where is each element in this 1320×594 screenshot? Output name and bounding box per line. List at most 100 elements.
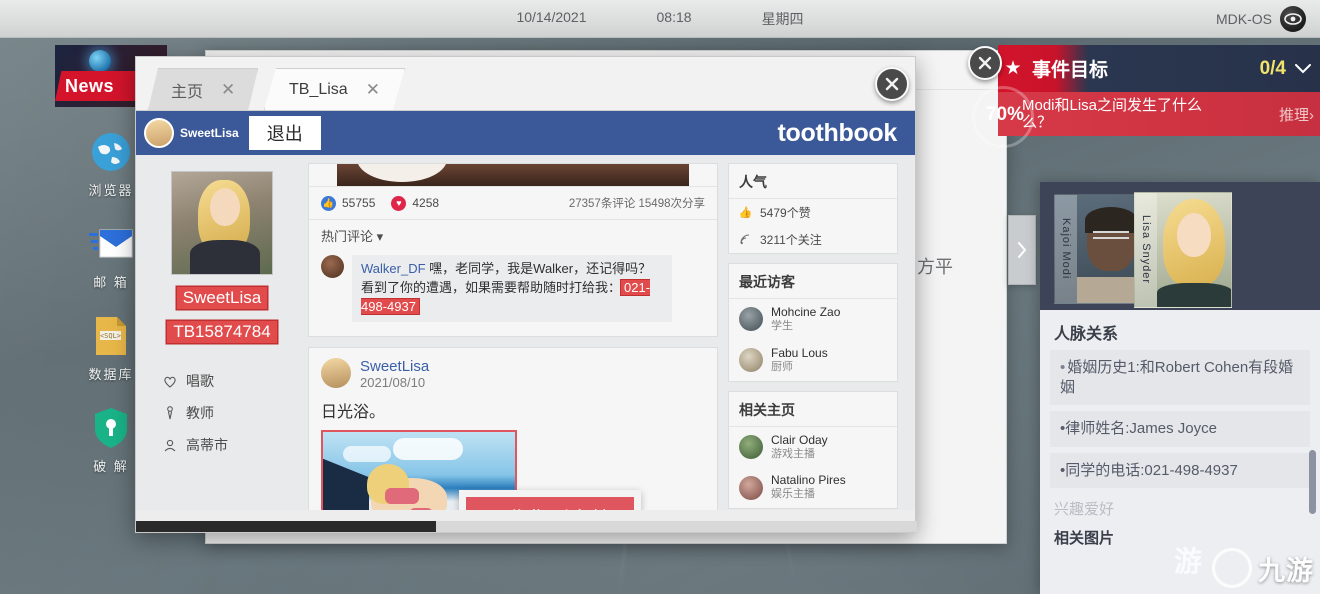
- horizontal-scrollbar-thumb[interactable]: [136, 521, 436, 532]
- visitor-role: 学生: [771, 320, 840, 334]
- visitor-name: Mohcine Zao: [771, 305, 840, 320]
- recent-visitors-card: 最近访客 Mohcine Zao 学生 Fabu Lous 厨师: [728, 263, 898, 382]
- post-author[interactable]: SweetLisa: [360, 358, 429, 375]
- heart-icon: [162, 374, 177, 389]
- avatar[interactable]: [321, 255, 344, 278]
- page-name: Natalino Pires: [771, 473, 846, 488]
- chevron-down-icon[interactable]: [1286, 64, 1320, 74]
- news-globe-icon: [89, 50, 111, 72]
- watermark-text: 九游: [1258, 549, 1314, 588]
- eye-icon: [1280, 6, 1306, 32]
- page-role: 游戏主播: [771, 448, 828, 462]
- profile-attribute-city: 高蒂市: [162, 435, 298, 455]
- horizontal-scrollbar[interactable]: [136, 521, 917, 532]
- comment-author[interactable]: Walker_DF: [361, 261, 426, 276]
- post-like-count[interactable]: 👍 55755: [321, 196, 375, 211]
- site-brand: toothbook: [778, 119, 897, 148]
- browser-tab-tblisa[interactable]: TB_Lisa ✕: [264, 68, 405, 110]
- hobbies-title: 兴趣爱好: [1040, 494, 1320, 521]
- list-item[interactable]: Fabu Lous 厨师: [729, 340, 897, 381]
- visitor-name: Fabu Lous: [771, 346, 828, 361]
- list-item[interactable]: Clair Oday 游戏主播: [729, 427, 897, 468]
- character-card-lisa-label: Lisa Snyder: [1135, 193, 1157, 307]
- browser-tab-tblisa-label: TB_Lisa: [289, 81, 348, 99]
- popularity-follows-label: 3211个关注: [760, 231, 822, 248]
- quest-row[interactable]: Modi和Lisa之间发生了什么么？ 推理›: [998, 92, 1320, 136]
- relation-item[interactable]: •同学的电话:021-498-4937: [1050, 453, 1310, 489]
- character-card-lisa[interactable]: Lisa Snyder: [1134, 192, 1232, 308]
- browser-tabstrip: 主页 ✕ TB_Lisa ✕: [136, 57, 915, 111]
- profile-name: SweetLisa: [177, 287, 267, 309]
- profile-id: TB15874784: [167, 321, 276, 343]
- collect-to-document-button[interactable]: + 收集到文档: [466, 497, 634, 510]
- star-icon: ★: [998, 57, 1028, 80]
- progress-percent: 70%: [978, 95, 1032, 135]
- background-window-text: 方平: [917, 253, 953, 279]
- relation-item-text: 婚姻历史1:和Robert Cohen有段婚姻: [1060, 359, 1293, 396]
- profile-attributes: 唱歌 教师 高蒂市: [146, 371, 298, 455]
- watermark: 九游: [1212, 548, 1314, 588]
- post-heart-count[interactable]: ♥ 4258: [391, 196, 439, 211]
- system-weekday: 星期四: [762, 9, 804, 29]
- dossier-expand-button[interactable]: [1008, 215, 1036, 285]
- browser-close-button[interactable]: [875, 67, 909, 101]
- news-label: News: [65, 76, 114, 97]
- avatar: [739, 348, 763, 372]
- character-card-modi-label: Kajoi Modi: [1055, 195, 1077, 303]
- shield-key-icon: [88, 405, 134, 451]
- dossier-panel: Kajoi Modi Lisa Snyder 人脉关系 •婚姻历史1:和Robe…: [1040, 182, 1320, 594]
- popularity-likes: 👍 5479个赞: [729, 199, 897, 226]
- browser-window: 主页 ✕ TB_Lisa ✕ SweetLisa 退出 toothbook Sw…: [135, 56, 916, 533]
- watermark-secondary: 游: [1174, 540, 1202, 580]
- post-date: 2021/08/10: [360, 375, 429, 390]
- site-navbar: SweetLisa 退出 toothbook: [136, 111, 915, 155]
- profile-attribute-city-label: 高蒂市: [186, 435, 228, 455]
- mail-icon: [88, 221, 134, 267]
- profile-picture: [171, 171, 273, 275]
- tie-icon: [162, 406, 177, 421]
- site-sidebar: 人气 👍 5479个赞 3211个关注 最近访客 Mohcine: [728, 163, 898, 510]
- feed-post: 👍 55755 ♥ 4258 27357条评论 15498次分享 热门评论 ▾: [308, 163, 718, 337]
- sql-file-icon: <SQL>: [88, 313, 134, 359]
- avatar: [739, 435, 763, 459]
- deduce-button[interactable]: 推理›: [1279, 104, 1320, 125]
- close-icon[interactable]: ✕: [366, 80, 380, 100]
- post-heart-value: 4258: [412, 196, 439, 210]
- post-image-cropped: [337, 164, 689, 186]
- event-objective-banner: ★ 事件目标 0/4: [998, 45, 1320, 92]
- popularity-card: 人气 👍 5479个赞 3211个关注: [728, 163, 898, 254]
- page-name: Clair Oday: [771, 433, 828, 448]
- browser-tab-home[interactable]: 主页 ✕: [148, 68, 258, 110]
- post-text: 日光浴。: [309, 394, 717, 430]
- visitor-role: 厨师: [771, 361, 828, 375]
- close-icon[interactable]: ✕: [221, 80, 235, 100]
- dossier-vertical-scrollbar[interactable]: [1309, 450, 1316, 514]
- event-counter: 0/4: [1260, 58, 1286, 80]
- avatar[interactable]: [144, 118, 174, 148]
- avatar[interactable]: [321, 358, 351, 388]
- logout-button[interactable]: 退出: [249, 116, 321, 150]
- relation-item[interactable]: •律师姓名:James Joyce: [1050, 411, 1310, 447]
- relation-item[interactable]: •婚姻历史1:和Robert Cohen有段婚姻: [1050, 350, 1310, 405]
- collect-tooltip-card: + 收集到文档: [459, 490, 641, 510]
- popularity-follows: 3211个关注: [729, 226, 897, 253]
- bullet-icon: •: [1060, 359, 1065, 376]
- profile-attribute-job: 教师: [162, 403, 298, 423]
- chevron-down-icon: ▾: [377, 229, 384, 244]
- character-cards: Kajoi Modi Lisa Snyder: [1040, 182, 1320, 310]
- relation-item-text: •律师姓名:James Joyce: [1060, 420, 1217, 437]
- watermark-circle-icon: [1212, 548, 1252, 588]
- heart-icon: ♥: [391, 196, 406, 211]
- avatar: [739, 307, 763, 331]
- os-name: MDK-OS: [1216, 11, 1272, 27]
- globe-icon: [88, 129, 134, 175]
- hot-comments-toggle[interactable]: 热门评论 ▾: [309, 219, 717, 251]
- background-window-close-button[interactable]: [968, 46, 1002, 80]
- comment-row: Walker_DF 嘿，老同学，我是Walker，还记得吗？看到了你的遭遇，如果…: [309, 251, 717, 336]
- page-role: 娱乐主播: [771, 488, 846, 502]
- list-item[interactable]: Natalino Pires 娱乐主播: [729, 467, 897, 508]
- comment-bubble: Walker_DF 嘿，老同学，我是Walker，还记得吗？看到了你的遭遇，如果…: [352, 255, 672, 322]
- list-item[interactable]: Mohcine Zao 学生: [729, 299, 897, 340]
- location-pin-icon: [162, 438, 177, 453]
- recent-visitors-title: 最近访客: [729, 264, 897, 299]
